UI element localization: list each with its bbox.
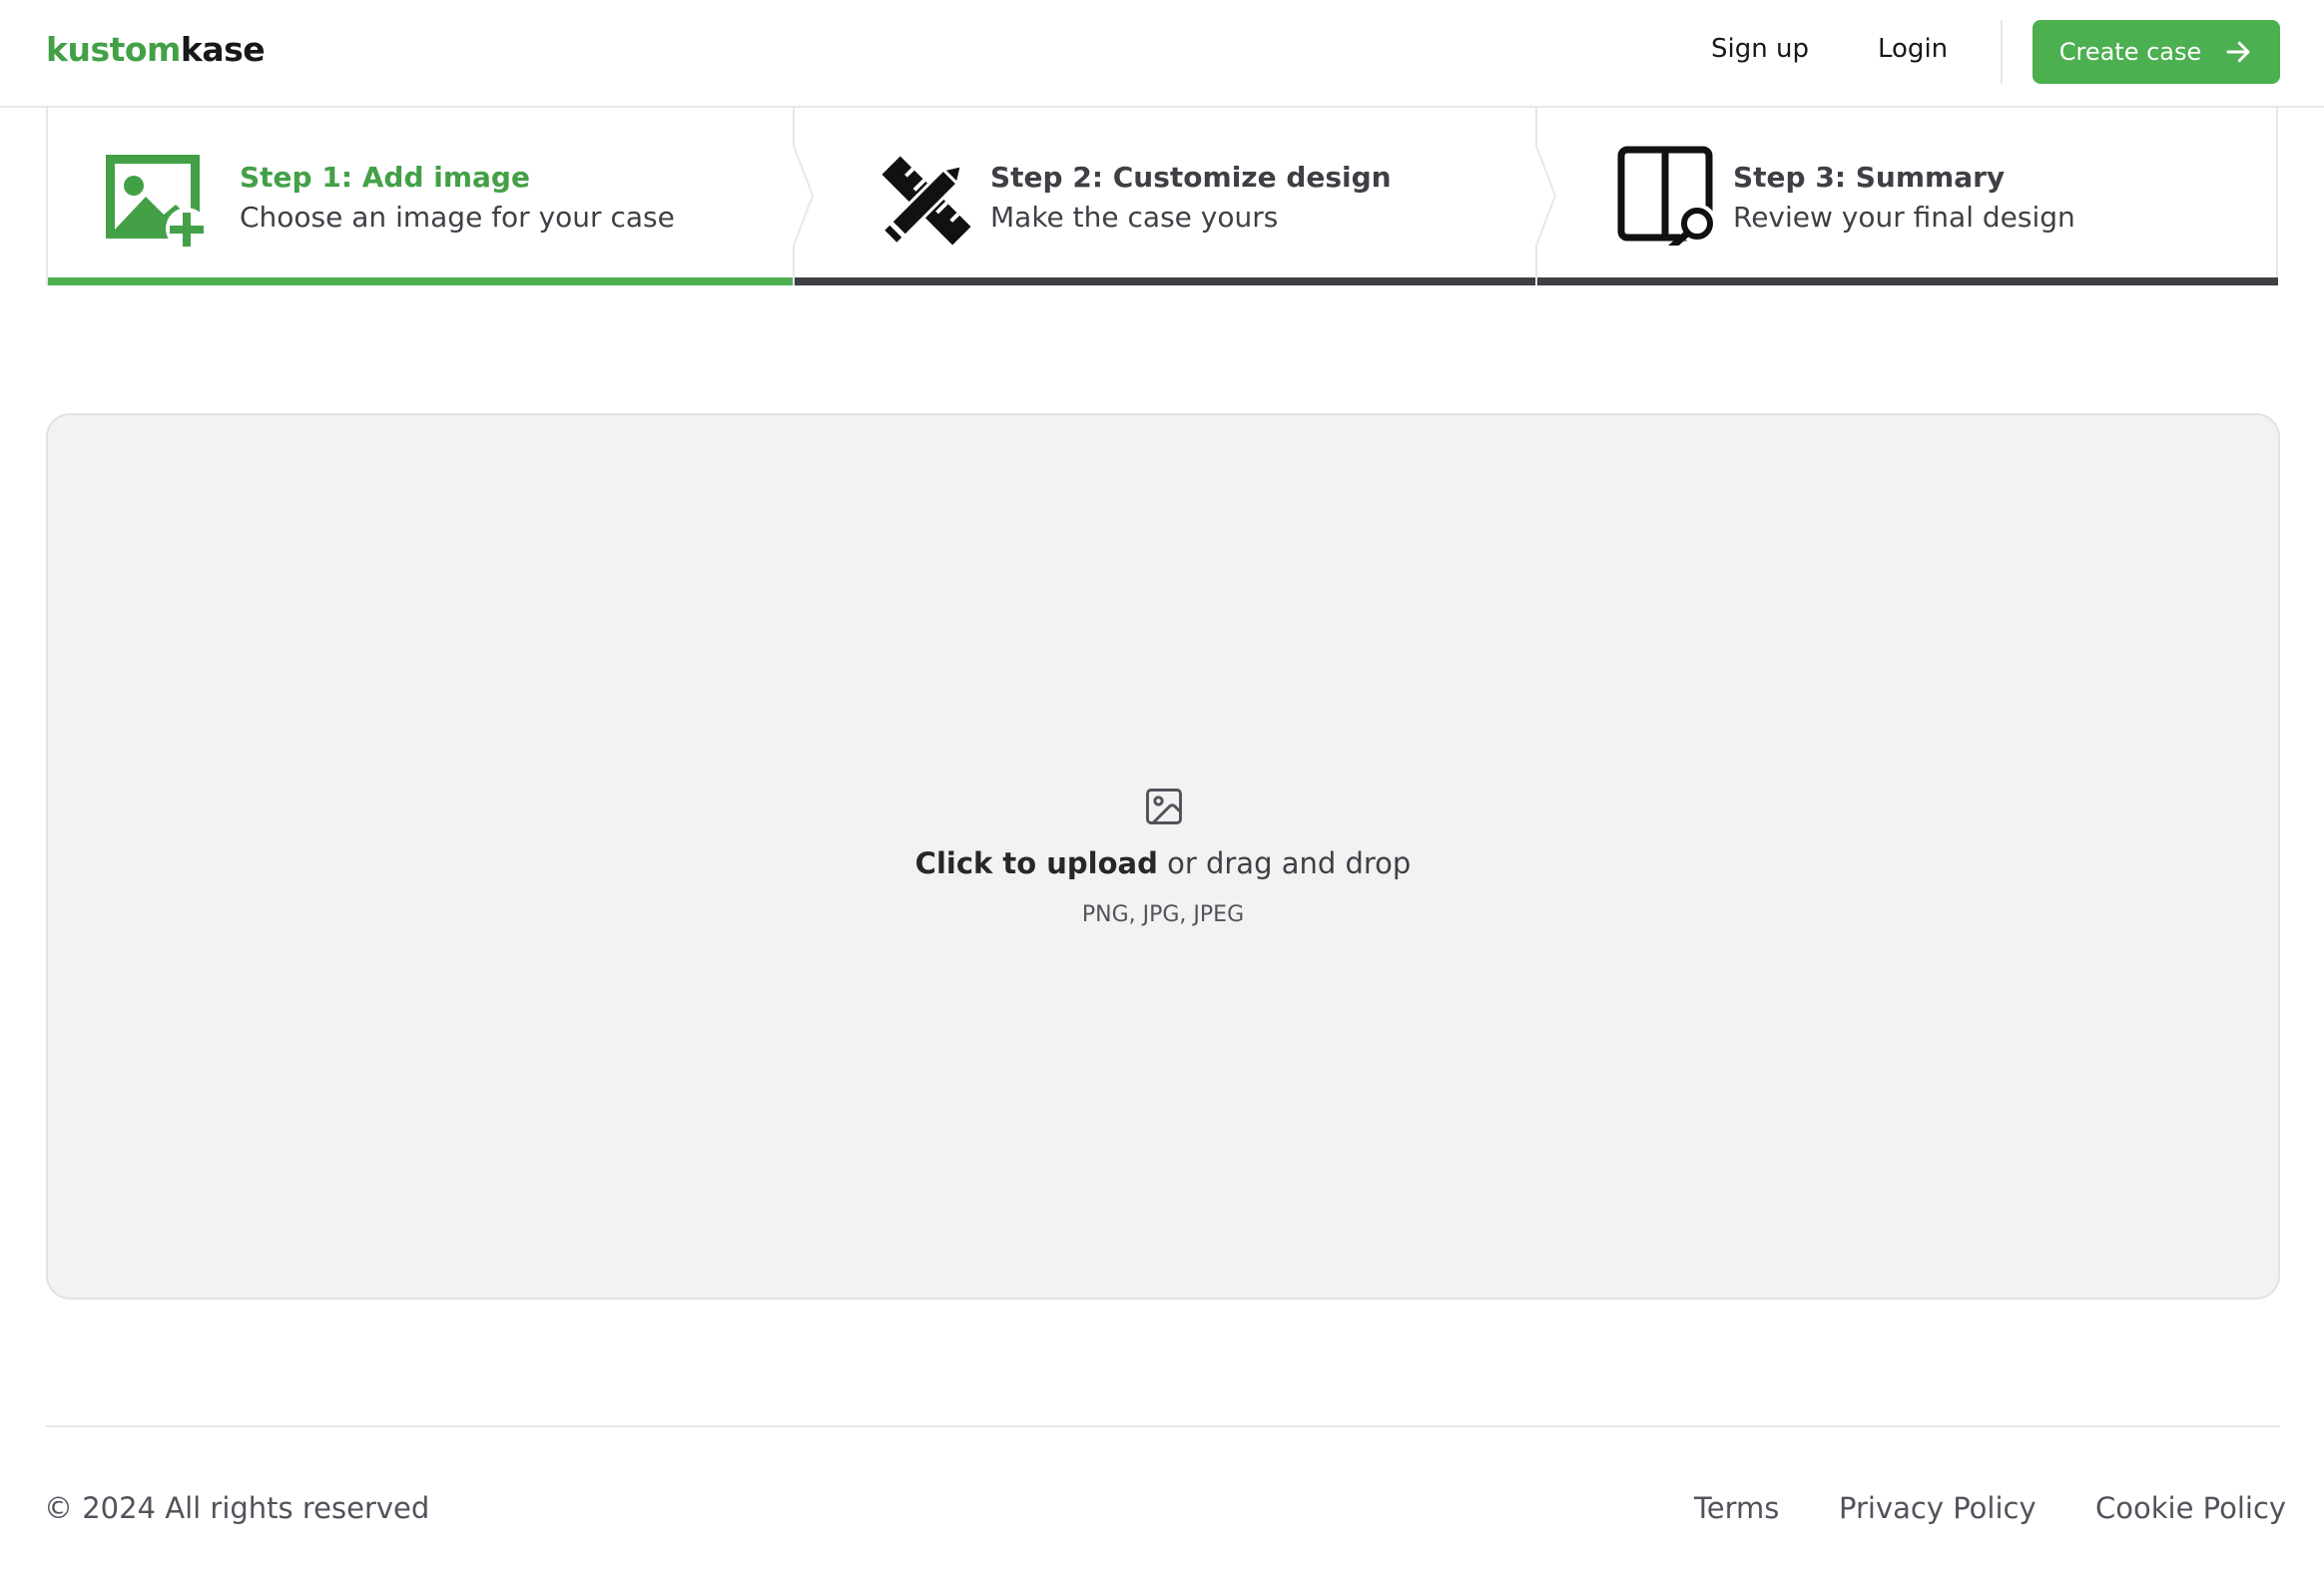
logo-part-kase: kase: [180, 30, 266, 69]
nav-divider: [2001, 20, 2003, 84]
footer-link-privacy-policy[interactable]: Privacy Policy: [1839, 1491, 2036, 1525]
login-link[interactable]: Login: [1878, 34, 1948, 64]
footer-divider: [46, 1425, 2280, 1427]
steps-progress: Step 1: Add image Choose an image for yo…: [46, 108, 2278, 285]
arrow-right-icon: [2226, 41, 2250, 63]
create-case-label: Create case: [2058, 38, 2202, 66]
top-navbar: kustomkase Sign up Login Create case: [0, 0, 2324, 108]
step-customize-design: Step 2: Customize design Make the case y…: [795, 108, 1537, 285]
step-2-progress-bar: [795, 277, 1537, 285]
create-case-button[interactable]: Create case: [2033, 20, 2280, 84]
file-search-icon: [1617, 146, 1717, 246]
step-2-description: Make the case yours: [990, 201, 1279, 234]
accepted-file-types: PNG, JPG, JPEG: [1081, 902, 1245, 927]
click-to-upload-text: Click to upload: [914, 846, 1158, 880]
footer-link-terms[interactable]: Terms: [1694, 1491, 1779, 1525]
step-1-progress-bar: [48, 277, 793, 285]
step-add-image: Step 1: Add image Choose an image for yo…: [48, 108, 793, 285]
footer-link-cookie-policy[interactable]: Cookie Policy: [2095, 1491, 2286, 1525]
drag-drop-text: or drag and drop: [1157, 846, 1412, 880]
step-3-progress-bar: [1537, 277, 2278, 285]
upload-instruction: Click to upload or drag and drop: [48, 846, 2278, 880]
pencil-ruler-icon: [880, 156, 971, 247]
image-upload-dropzone[interactable]: Click to upload or drag and drop PNG, JP…: [46, 413, 2280, 1300]
image-plus-icon: [106, 155, 208, 249]
image-icon: [1146, 788, 1182, 824]
signup-link[interactable]: Sign up: [1711, 34, 1809, 64]
step-3-description: Review your final design: [1733, 201, 2075, 234]
copyright-text: © 2024 All rights reserved: [44, 1491, 430, 1525]
step-1-title: Step 1: Add image: [240, 161, 530, 194]
step-3-title: Step 3: Summary: [1733, 161, 2006, 194]
step-1-description: Choose an image for your case: [240, 201, 675, 234]
step-summary: Step 3: Summary Review your final design: [1537, 108, 2278, 285]
step-2-title: Step 2: Customize design: [990, 161, 1392, 194]
logo[interactable]: kustomkase: [46, 30, 266, 69]
logo-part-kustom: kustom: [46, 30, 181, 69]
